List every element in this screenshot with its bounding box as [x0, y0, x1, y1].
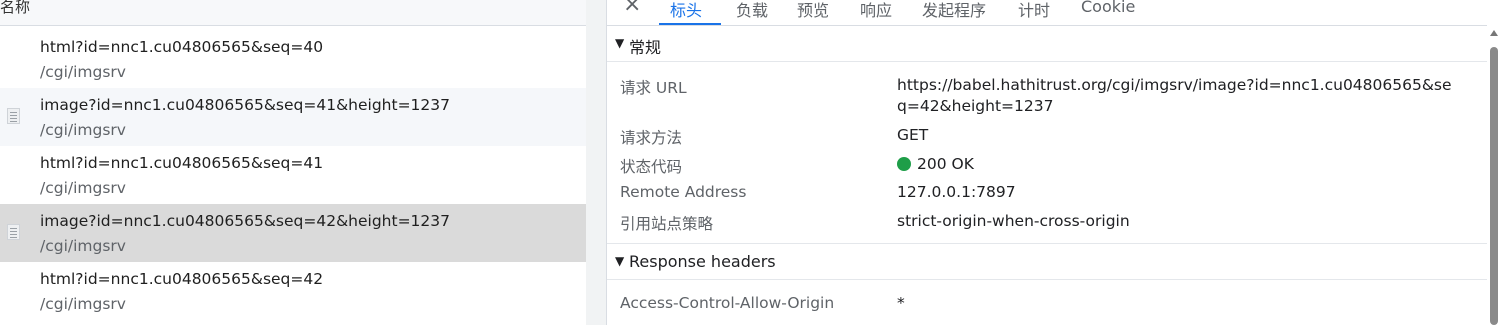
request-name: html?id=nnc1.cu04806565&seq=40 — [40, 38, 324, 56]
request-name: image?id=nnc1.cu04806565&seq=42&height=1… — [40, 212, 451, 230]
image-thumbnail-icon — [7, 108, 20, 124]
general-section-header[interactable]: ▼ 常规 — [607, 26, 1487, 62]
tab-headers[interactable]: 标头 — [670, 0, 702, 21]
name-column-header[interactable]: 名称 — [0, 0, 586, 26]
status-code-value: 200 OK — [917, 155, 974, 173]
request-path: /cgi/imgsrv — [40, 63, 126, 81]
access-control-allow-origin-label: Access-Control-Allow-Origin — [620, 294, 835, 312]
request-path: /cgi/imgsrv — [40, 179, 126, 197]
tab-timing[interactable]: 计时 — [1018, 0, 1050, 21]
detail-scrollbar[interactable] — [1487, 25, 1500, 325]
request-row[interactable]: html?id=nnc1.cu04806565&seq=40 /cgi/imgs… — [0, 30, 586, 88]
tab-preview[interactable]: 预览 — [797, 0, 829, 21]
status-ok-dot-icon — [897, 157, 911, 171]
request-url-value-line1: https://babel.hathitrust.org/cgi/imgsrv/… — [897, 76, 1452, 94]
status-code: 200 OK — [897, 155, 974, 173]
response-headers-title: Response headers — [629, 252, 776, 271]
general-section-title: 常规 — [629, 38, 662, 57]
request-method-label: 请求方法 — [620, 129, 683, 147]
status-code-label: 状态代码 — [620, 158, 683, 176]
devtools-network-panel: 名称 html?id=nnc1.cu04806565&seq=40 /cgi/i… — [0, 0, 1500, 325]
collapse-triangle-icon: ▼ — [615, 254, 625, 268]
request-path: /cgi/imgsrv — [40, 237, 126, 255]
close-icon[interactable]: × — [623, 0, 641, 16]
request-row[interactable]: html?id=nnc1.cu04806565&seq=41 /cgi/imgs… — [0, 146, 586, 204]
name-column-label: 名称 — [0, 0, 31, 16]
request-name: image?id=nnc1.cu04806565&seq=41&height=1… — [40, 96, 451, 114]
tab-payload[interactable]: 负载 — [736, 0, 768, 21]
request-detail-panel: × 标头 负载 预览 响应 发起程序 计时 Cookie ▼ 常规 请求 URL… — [607, 0, 1500, 325]
request-row[interactable]: html?id=nnc1.cu04806565&seq=42 /cgi/imgs… — [0, 262, 586, 320]
request-url-label: 请求 URL — [620, 79, 687, 97]
detail-tabbar: × 标头 负载 预览 响应 发起程序 计时 Cookie — [607, 0, 1500, 26]
scrollbar-thumb[interactable] — [1490, 47, 1498, 325]
request-row[interactable]: image?id=nnc1.cu04806565&seq=41&height=1… — [0, 88, 586, 146]
referrer-policy-value: strict-origin-when-cross-origin — [897, 212, 1130, 230]
tab-cookies[interactable]: Cookie — [1081, 0, 1135, 16]
remote-address-value: 127.0.0.1:7897 — [897, 183, 1016, 201]
request-path: /cgi/imgsrv — [40, 295, 126, 313]
active-tab-indicator — [659, 23, 721, 25]
request-list: 名称 html?id=nnc1.cu04806565&seq=40 /cgi/i… — [0, 0, 586, 325]
request-url-value-line2: q=42&height=1237 — [897, 97, 1054, 115]
request-name: html?id=nnc1.cu04806565&seq=42 — [40, 270, 324, 288]
remote-address-label: Remote Address — [620, 183, 747, 201]
image-thumbnail-icon — [7, 224, 20, 240]
collapse-triangle-icon: ▼ — [615, 36, 625, 50]
request-row-selected[interactable]: image?id=nnc1.cu04806565&seq=42&height=1… — [0, 204, 586, 262]
request-method-value: GET — [897, 126, 929, 144]
scroll-up-arrow-icon[interactable] — [1490, 30, 1498, 36]
request-name: html?id=nnc1.cu04806565&seq=41 — [40, 154, 324, 172]
request-path: /cgi/imgsrv — [40, 121, 126, 139]
panel-splitter[interactable] — [586, 0, 607, 325]
access-control-allow-origin-value: * — [897, 294, 905, 312]
referrer-policy-label: 引用站点策略 — [620, 215, 714, 233]
tab-response[interactable]: 响应 — [860, 0, 892, 21]
tab-initiator[interactable]: 发起程序 — [922, 0, 986, 21]
response-headers-section-header[interactable]: ▼ Response headers — [607, 244, 1487, 280]
